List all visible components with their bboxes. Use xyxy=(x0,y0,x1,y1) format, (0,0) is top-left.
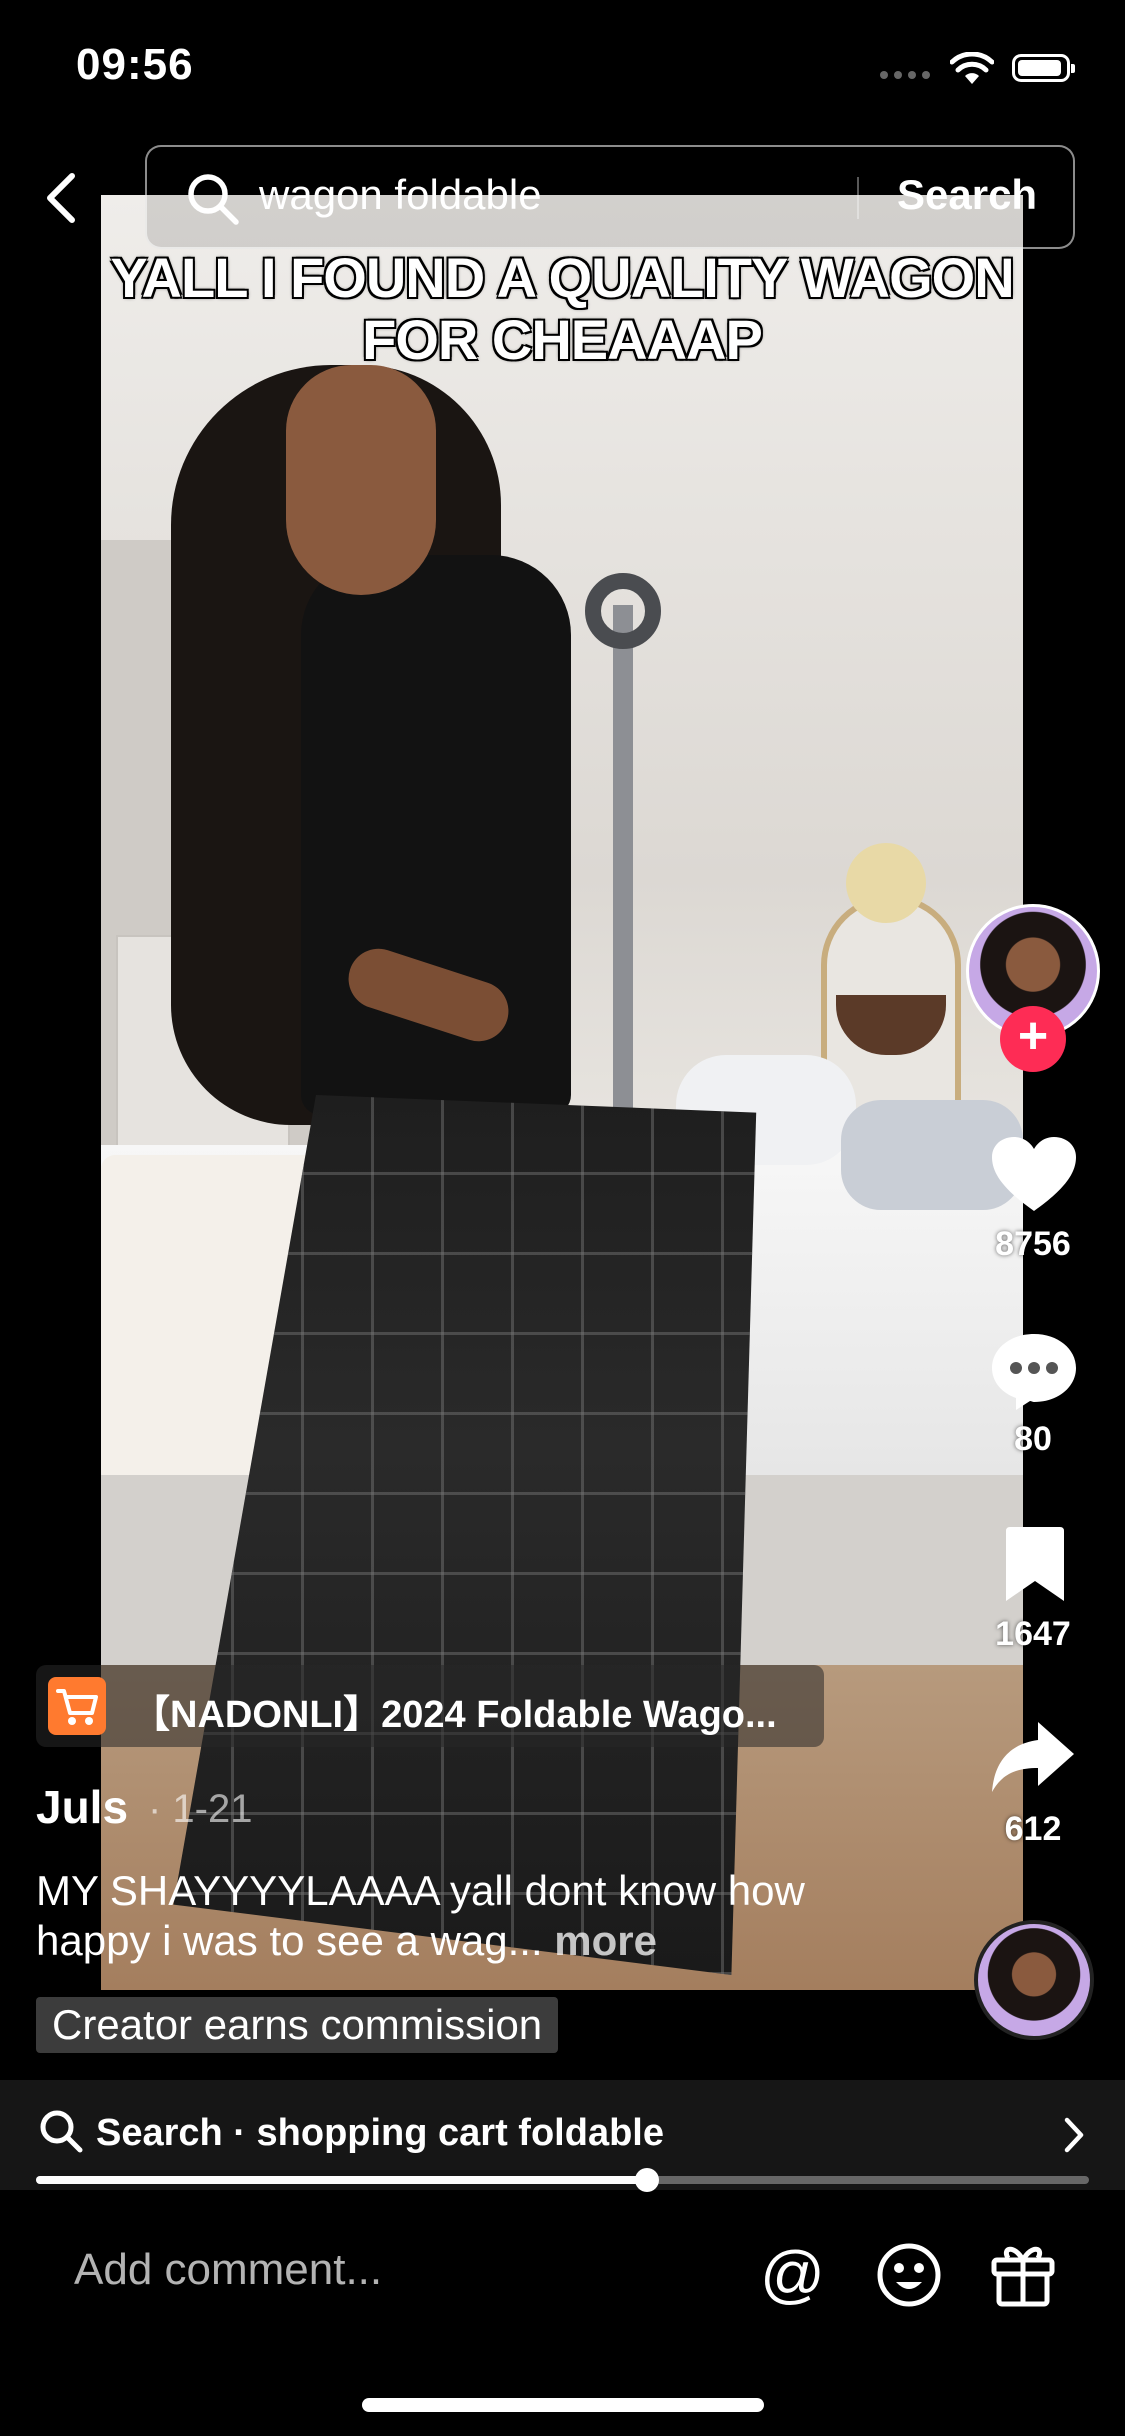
caption-text: MY SHAYYYYLAAAA yall dont know how happy… xyxy=(36,1867,805,1964)
chevron-right-icon xyxy=(1062,2116,1086,2159)
caption-more-link[interactable]: more xyxy=(554,1917,657,1964)
creator-name[interactable]: Juls xyxy=(36,1780,128,1834)
video-scene-lamp xyxy=(846,843,926,923)
sound-disc[interactable] xyxy=(974,1920,1094,2040)
search-divider xyxy=(857,177,859,219)
comment-icon[interactable] xyxy=(989,1330,1079,1419)
mention-icon[interactable]: @ xyxy=(760,2242,825,2306)
chevron-left-icon xyxy=(47,173,75,223)
search-button[interactable]: Search xyxy=(897,171,1037,219)
heart-icon[interactable] xyxy=(990,1135,1078,1220)
product-title: 【NADONLI】2024 Foldable Wago... xyxy=(132,1694,777,1736)
product-link[interactable]: 【NADONLI】2024 Foldable Wago... xyxy=(36,1665,824,1747)
commission-badge: Creator earns commission xyxy=(36,1997,559,2053)
video-progress-fill xyxy=(36,2176,647,2184)
related-search-bar[interactable]: Search · shopping cart foldable xyxy=(0,2080,1125,2190)
video-scene-wagon-grip xyxy=(585,573,661,649)
share-icon[interactable] xyxy=(988,1718,1076,1803)
battery-icon xyxy=(1012,54,1075,82)
video-overlay-text: YALL I FOUND A QUALITY WAGON FOR CHEAAAP xyxy=(110,246,1014,371)
search-input[interactable]: wagon foldable xyxy=(259,171,542,219)
wifi-icon xyxy=(949,51,995,91)
comment-count: 80 xyxy=(1014,1420,1052,1458)
cellular-signal-icon xyxy=(880,66,936,84)
like-count: 8756 xyxy=(995,1225,1071,1263)
video-progress-thumb[interactable] xyxy=(634,2168,659,2192)
post-date: · 1-21 xyxy=(148,1787,253,1831)
bookmark-count: 1647 xyxy=(995,1615,1071,1653)
video-scene-person-torso xyxy=(301,555,571,1115)
related-search-text: Search · shopping cart foldable xyxy=(96,2112,664,2154)
follow-button[interactable]: + xyxy=(1000,1006,1066,1072)
bookmark-icon[interactable] xyxy=(1002,1525,1068,1610)
search-bar[interactable]: wagon foldable Search xyxy=(145,145,1075,249)
emoji-icon[interactable] xyxy=(876,2242,942,2313)
search-icon xyxy=(38,2108,84,2159)
back-button[interactable] xyxy=(42,170,92,230)
video-progress-bar[interactable] xyxy=(36,2168,1089,2192)
status-time: 09:56 xyxy=(76,40,194,89)
gift-icon[interactable] xyxy=(990,2240,1056,2313)
search-icon xyxy=(185,171,241,232)
share-count: 612 xyxy=(1004,1810,1062,1848)
shopping-cart-icon xyxy=(48,1677,106,1735)
video-scene-person-face xyxy=(286,365,436,595)
home-indicator xyxy=(362,2398,764,2412)
video-caption[interactable]: MY SHAYYYYLAAAA yall dont know how happy… xyxy=(36,1866,816,1966)
comment-input[interactable]: Add comment... xyxy=(74,2245,382,2295)
